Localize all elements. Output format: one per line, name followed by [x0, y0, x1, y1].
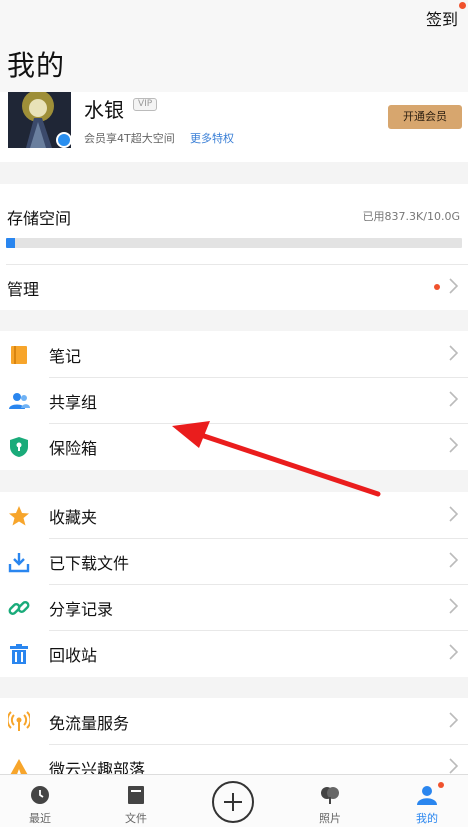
signin-button[interactable]: 签到	[426, 6, 458, 30]
chevron-right-icon	[449, 712, 458, 728]
tab-photos[interactable]: 照片	[290, 775, 370, 827]
manage-label: 管理	[7, 280, 40, 299]
storage-used: 已用837.3K/10.0G	[362, 210, 460, 223]
list-item-notes[interactable]: 笔记	[0, 331, 468, 377]
chevron-right-icon	[449, 552, 458, 568]
vip-tag: VIP	[133, 98, 158, 111]
list-item-label: 收藏夹	[49, 508, 98, 527]
add-button[interactable]	[212, 781, 254, 823]
tools-section: 笔记 共享组 保险箱	[0, 331, 468, 470]
person-icon	[417, 786, 437, 805]
notebook-icon	[11, 346, 27, 364]
storage-progress-bar	[6, 238, 462, 248]
tab-label: 文件	[125, 812, 147, 825]
vip-subtitle: 会员享4T超大空间	[84, 132, 175, 145]
list-item-interest-tribe[interactable]: 微云兴趣部落	[0, 744, 468, 774]
list-item-label: 微云兴趣部落	[49, 760, 146, 774]
open-vip-button[interactable]: 开通会员	[388, 105, 462, 129]
storage-title: 存储空间	[7, 209, 72, 228]
star-icon	[9, 506, 29, 526]
avatar-badge-icon	[56, 132, 72, 148]
list-item-label: 笔记	[49, 347, 82, 366]
shield-icon	[10, 437, 28, 457]
chevron-right-icon	[449, 506, 458, 522]
file-icon	[128, 786, 144, 804]
chevron-right-icon	[449, 758, 458, 774]
notification-dot	[434, 284, 440, 290]
list-item-share-records[interactable]: 分享记录	[0, 584, 468, 630]
manage-row[interactable]: 管理	[0, 264, 468, 310]
download-icon	[8, 553, 30, 573]
list-item-label: 已下载文件	[49, 554, 130, 573]
bottom-tab-bar: 最近 文件 照片 我的	[0, 774, 468, 827]
list-item-label: 免流量服务	[49, 714, 130, 733]
list-item-favorites[interactable]: 收藏夹	[0, 492, 468, 538]
tab-label: 最近	[29, 812, 51, 825]
clock-icon	[31, 786, 49, 804]
username: 水银	[84, 98, 124, 122]
storage-section: 存储空间 已用837.3K/10.0G 管理	[0, 184, 468, 310]
more-privileges-link[interactable]: 更多特权	[190, 130, 234, 146]
signal-icon	[8, 711, 30, 731]
notification-dot	[438, 782, 444, 788]
header: 签到 我的	[0, 0, 468, 92]
link-icon	[8, 601, 30, 615]
tab-label: 照片	[319, 812, 341, 825]
plus-icon	[224, 793, 242, 811]
trash-icon	[10, 644, 28, 664]
group-icon	[9, 393, 30, 409]
list-item-recycle-bin[interactable]: 回收站	[0, 630, 468, 676]
list-item-label: 回收站	[49, 646, 98, 665]
storage-progress-fill	[6, 238, 16, 248]
list-item-shared-group[interactable]: 共享组	[0, 377, 468, 423]
tab-files[interactable]: 文件	[96, 775, 176, 827]
tab-recent[interactable]: 最近	[0, 775, 80, 827]
chevron-right-icon	[449, 437, 458, 453]
chevron-right-icon	[449, 598, 458, 614]
tab-me[interactable]: 我的	[387, 775, 467, 827]
list-item-label: 共享组	[49, 393, 98, 412]
list-item-free-data[interactable]: 免流量服务	[0, 698, 468, 744]
notification-dot	[459, 2, 466, 9]
chevron-right-icon	[449, 391, 458, 407]
photo-icon	[321, 787, 339, 804]
list-item-downloaded[interactable]: 已下载文件	[0, 538, 468, 584]
files-section: 收藏夹 已下载文件 分享记录 回收站	[0, 492, 468, 677]
chevron-right-icon	[449, 278, 458, 294]
list-item-label: 分享记录	[49, 600, 114, 619]
services-section: 免流量服务 微云兴趣部落	[0, 698, 468, 774]
list-item-safe-box[interactable]: 保险箱	[0, 423, 468, 469]
list-item-label: 保险箱	[49, 439, 98, 458]
chevron-right-icon	[449, 644, 458, 660]
tribe-icon	[10, 759, 28, 774]
chevron-right-icon	[449, 345, 458, 361]
tab-label: 我的	[416, 812, 438, 825]
page-title: 我的	[7, 49, 66, 82]
